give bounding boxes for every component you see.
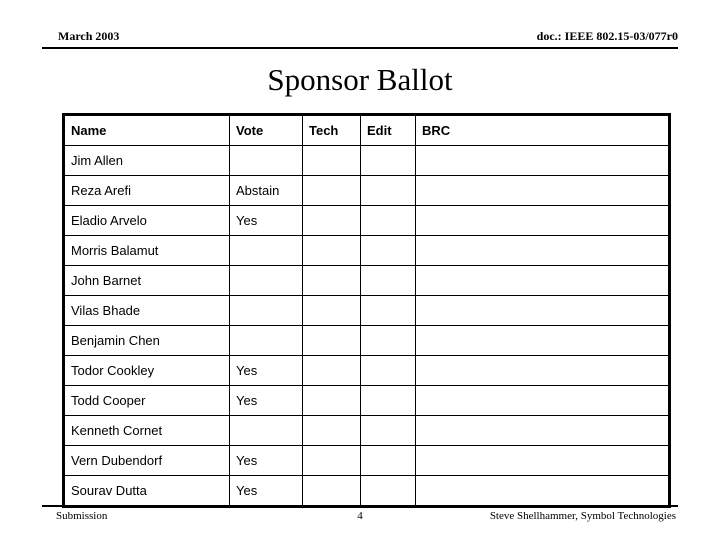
column-header-vote: Vote — [229, 114, 303, 146]
cell-vote — [229, 145, 303, 176]
table-row: Todd Cooper Yes — [63, 385, 670, 416]
cell-edit — [360, 265, 416, 296]
cell-tech — [302, 235, 361, 266]
column-header-tech: Tech — [302, 114, 361, 146]
cell-vote — [229, 265, 303, 296]
cell-edit — [360, 475, 416, 507]
cell-name: Benjamin Chen — [63, 325, 230, 356]
cell-brc — [415, 445, 670, 476]
cell-tech — [302, 475, 361, 507]
slide-header: March 2003 doc.: IEEE 802.15-03/077r0 — [42, 29, 678, 49]
cell-edit — [360, 235, 416, 266]
table-row: John Barnet — [63, 265, 670, 296]
column-header-name: Name — [63, 114, 230, 146]
cell-name: Morris Balamut — [63, 235, 230, 266]
table-row: Jim Allen — [63, 145, 670, 176]
cell-tech — [302, 205, 361, 236]
cell-name: Eladio Arvelo — [63, 205, 230, 236]
cell-edit — [360, 145, 416, 176]
page-title: Sponsor Ballot — [267, 62, 453, 97]
footer-author: Steve Shellhammer, Symbol Technologies — [489, 510, 676, 522]
cell-vote: Yes — [229, 385, 303, 416]
cell-tech — [302, 355, 361, 386]
cell-brc — [415, 265, 670, 296]
slide: March 2003 doc.: IEEE 802.15-03/077r0 Sp… — [0, 0, 720, 540]
ballot-table: Name Vote Tech Edit BRC Jim Allen Reza Ar… — [62, 113, 671, 508]
cell-edit — [360, 355, 416, 386]
table-row: Vilas Bhade — [63, 295, 670, 326]
cell-name: Jim Allen — [63, 145, 230, 176]
header-docnum: doc.: IEEE 802.15-03/077r0 — [536, 29, 678, 43]
ballot-table-container: Name Vote Tech Edit BRC Jim Allen Reza Ar… — [62, 113, 671, 508]
column-header-edit: Edit — [360, 114, 416, 146]
cell-tech — [302, 295, 361, 326]
table-header-row: Name Vote Tech Edit BRC — [63, 114, 670, 146]
cell-name: Reza Arefi — [63, 175, 230, 206]
cell-brc — [415, 145, 670, 176]
cell-brc — [415, 415, 670, 446]
cell-edit — [360, 295, 416, 326]
cell-name: Sourav Dutta — [63, 475, 230, 507]
cell-brc — [415, 475, 670, 507]
cell-vote: Yes — [229, 445, 303, 476]
cell-vote: Yes — [229, 475, 303, 507]
cell-tech — [302, 175, 361, 206]
cell-name: Todd Cooper — [63, 385, 230, 416]
cell-edit — [360, 325, 416, 356]
cell-brc — [415, 295, 670, 326]
cell-brc — [415, 355, 670, 386]
table-row: Reza Arefi Abstain — [63, 175, 670, 206]
table-row: Vern Dubendorf Yes — [63, 445, 670, 476]
cell-edit — [360, 385, 416, 416]
cell-tech — [302, 415, 361, 446]
cell-tech — [302, 385, 361, 416]
cell-tech — [302, 445, 361, 476]
cell-vote — [229, 235, 303, 266]
cell-brc — [415, 205, 670, 236]
cell-vote: Abstain — [229, 175, 303, 206]
cell-brc — [415, 385, 670, 416]
cell-name: John Barnet — [63, 265, 230, 296]
cell-name: Todor Cookley — [63, 355, 230, 386]
table-row: Benjamin Chen — [63, 325, 670, 356]
cell-vote — [229, 325, 303, 356]
cell-vote: Yes — [229, 355, 303, 386]
cell-name: Kenneth Cornet — [63, 415, 230, 446]
cell-edit — [360, 175, 416, 206]
cell-edit — [360, 205, 416, 236]
table-row: Sourav Dutta Yes — [63, 475, 670, 507]
ballot-table-body: Name Vote Tech Edit BRC Jim Allen Reza Ar… — [63, 114, 670, 507]
cell-brc — [415, 235, 670, 266]
table-row: Eladio Arvelo Yes — [63, 205, 670, 236]
cell-tech — [302, 325, 361, 356]
cell-brc — [415, 325, 670, 356]
header-date: March 2003 — [58, 29, 120, 43]
cell-vote — [229, 415, 303, 446]
cell-vote: Yes — [229, 205, 303, 236]
slide-footer: Submission 4 Steve Shellhammer, Symbol T… — [42, 505, 678, 527]
table-row: Kenneth Cornet — [63, 415, 670, 446]
table-row: Todor Cookley Yes — [63, 355, 670, 386]
cell-tech — [302, 265, 361, 296]
cell-brc — [415, 175, 670, 206]
cell-name: Vern Dubendorf — [63, 445, 230, 476]
cell-edit — [360, 415, 416, 446]
cell-edit — [360, 445, 416, 476]
cell-vote — [229, 295, 303, 326]
cell-tech — [302, 145, 361, 176]
cell-name: Vilas Bhade — [63, 295, 230, 326]
table-row: Morris Balamut — [63, 235, 670, 266]
column-header-brc: BRC — [415, 114, 670, 146]
